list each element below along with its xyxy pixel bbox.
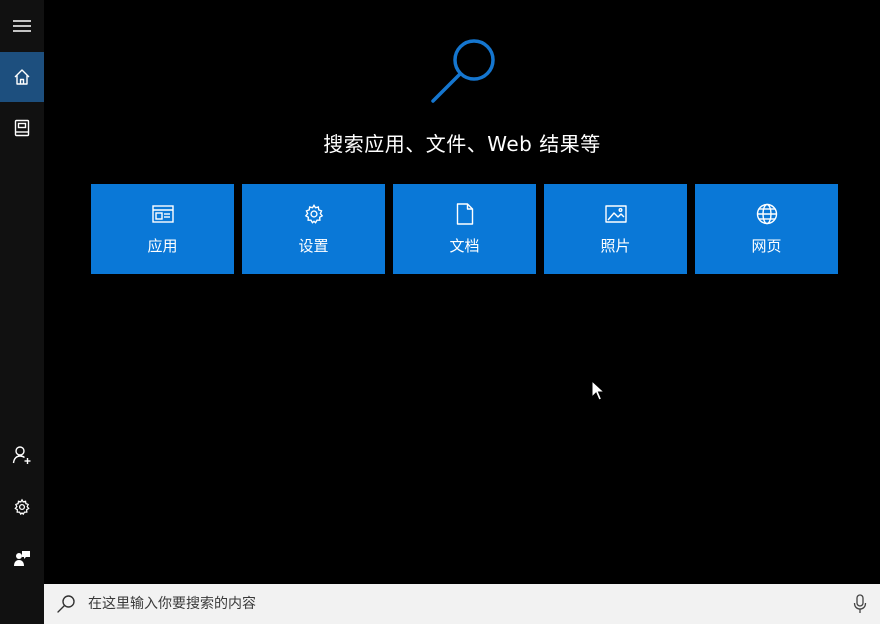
add-person-icon — [12, 445, 32, 465]
start-search-panel: 搜索应用、文件、Web 结果等 应用 设置 文档 照片 网页 在这里输入你要搜索… — [0, 0, 880, 624]
search-icon — [56, 594, 76, 614]
tile-label: 照片 — [600, 236, 631, 255]
search-hint-title: 搜索应用、文件、Web 结果等 — [323, 132, 601, 156]
tile-label: 网页 — [751, 236, 782, 255]
search-home: 搜索应用、文件、Web 结果等 应用 设置 文档 照片 网页 — [44, 0, 880, 584]
search-category-tiles: 应用 设置 文档 照片 网页 — [91, 184, 838, 274]
tile-label: 设置 — [298, 236, 329, 255]
tile-photos[interactable]: 照片 — [544, 184, 687, 274]
document-icon — [456, 202, 474, 225]
tile-settings[interactable]: 设置 — [242, 184, 385, 274]
app-window-icon — [151, 203, 174, 225]
account-button[interactable] — [0, 430, 44, 480]
hamburger-menu-button[interactable] — [0, 1, 44, 51]
search-icon — [428, 36, 500, 106]
gear-icon — [13, 498, 31, 516]
tile-label: 应用 — [147, 236, 178, 255]
tile-label: 文档 — [449, 236, 480, 255]
home-button[interactable] — [0, 52, 44, 102]
home-icon — [13, 68, 31, 86]
mouse-cursor-icon — [591, 379, 607, 402]
search-input[interactable] — [86, 595, 853, 613]
taskbar-search-box[interactable] — [44, 584, 880, 624]
left-rail — [0, 0, 44, 624]
globe-icon — [756, 203, 778, 225]
feedback-icon — [13, 549, 31, 567]
tile-web[interactable]: 网页 — [695, 184, 838, 274]
notebook-button[interactable] — [0, 103, 44, 153]
feedback-button[interactable] — [0, 533, 44, 583]
notebook-icon — [14, 119, 30, 137]
tile-documents[interactable]: 文档 — [393, 184, 536, 274]
gear-icon — [303, 203, 325, 225]
hamburger-menu-icon — [13, 19, 31, 33]
tile-apps[interactable]: 应用 — [91, 184, 234, 274]
settings-button[interactable] — [0, 482, 44, 532]
image-icon — [604, 203, 627, 225]
microphone-icon[interactable] — [853, 594, 867, 614]
